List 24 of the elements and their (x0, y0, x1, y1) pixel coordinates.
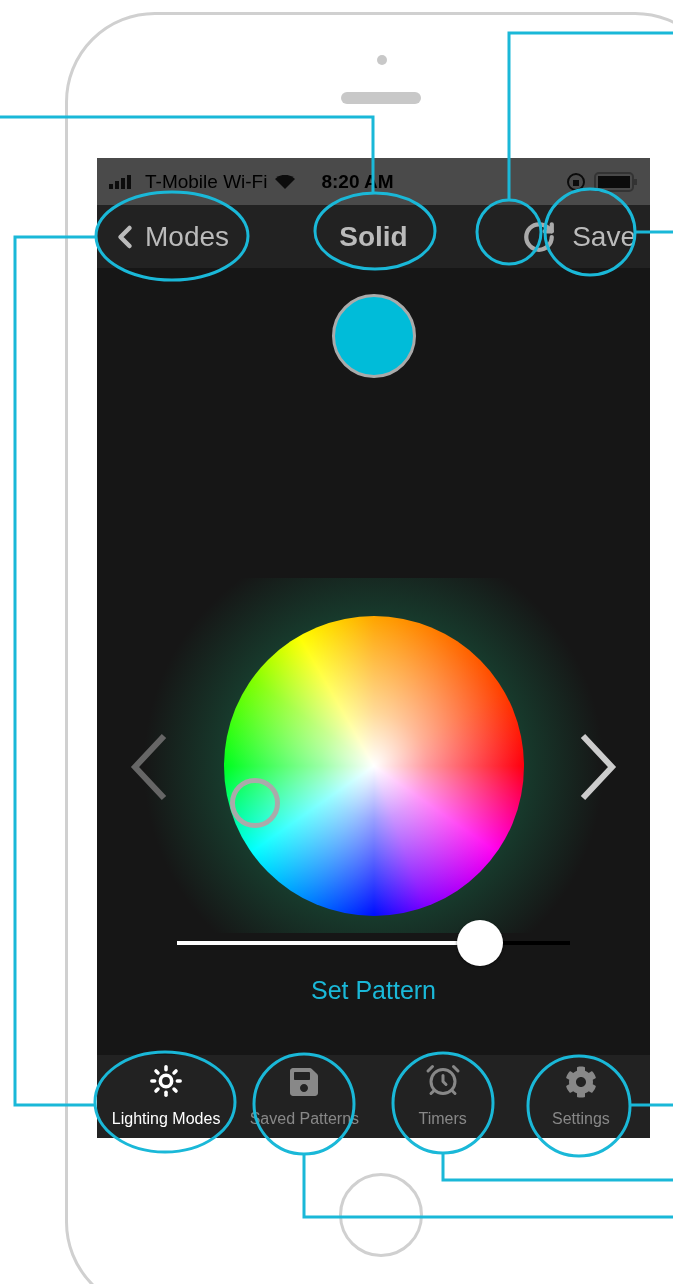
tab-bar-item[interactable]: Timers (373, 1055, 512, 1138)
leader-line (635, 230, 673, 234)
brightness-slider[interactable] (177, 920, 570, 966)
leader-line (630, 1103, 673, 1107)
refresh-button[interactable] (522, 219, 557, 254)
rotation-lock-icon (566, 171, 586, 192)
callout-ellipse (475, 198, 543, 266)
alarm-clock-icon (424, 1062, 461, 1098)
carrier-label: T-Mobile Wi-Fi (145, 170, 268, 193)
battery-icon (594, 171, 638, 192)
sun-icon (149, 1064, 184, 1098)
tab-bar-item[interactable]: Settings (511, 1055, 650, 1138)
back-button[interactable]: Modes (107, 218, 230, 255)
chevron-left-icon[interactable] (130, 733, 168, 801)
screen-title: Solid (339, 220, 408, 253)
settings-icon (564, 1066, 597, 1098)
wifi-icon (275, 174, 296, 189)
camera-dot (377, 55, 387, 65)
slider-thumb[interactable] (456, 920, 503, 966)
tab-bar-item[interactable]: Lighting Modes (97, 1055, 236, 1138)
refresh-icon (522, 219, 557, 254)
set-pattern-button[interactable]: Set Pattern (304, 975, 443, 1006)
chevron-right-icon[interactable] (579, 733, 617, 801)
color-picker-ring[interactable] (229, 778, 280, 828)
